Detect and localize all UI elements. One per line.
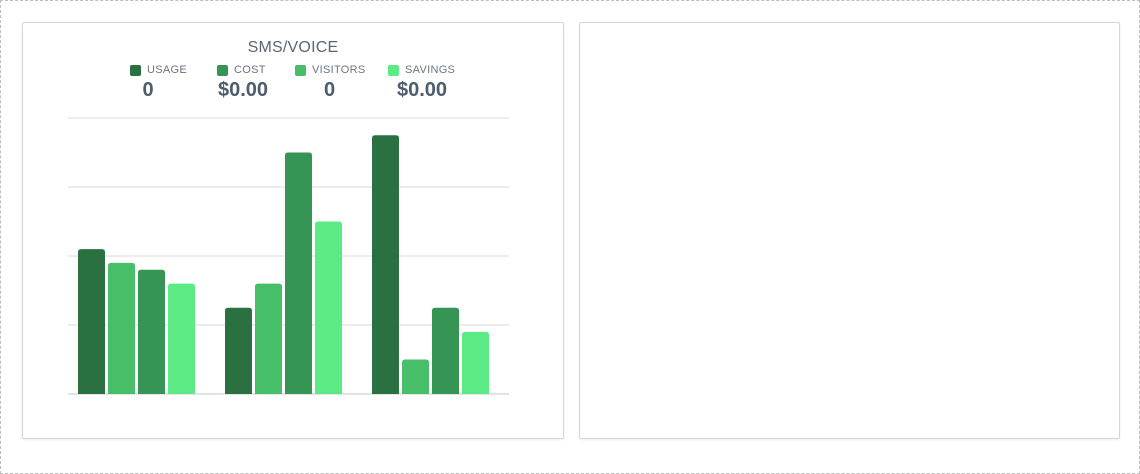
bar[interactable] [168, 283, 195, 394]
bar[interactable] [432, 307, 459, 394]
bar[interactable] [225, 307, 252, 394]
bar[interactable] [108, 262, 135, 394]
bar[interactable] [255, 283, 282, 394]
sms-voice-widget: SMS/VOICE USAGE 0 COST $0.00 VISITORS 0 [22, 22, 564, 439]
empty-widget [579, 22, 1120, 439]
bar[interactable] [138, 269, 165, 394]
bar[interactable] [78, 249, 105, 394]
bar[interactable] [315, 221, 342, 395]
bar[interactable] [402, 359, 429, 395]
bar-chart [68, 117, 509, 395]
dashboard-area: SMS/VOICE USAGE 0 COST $0.00 VISITORS 0 [0, 0, 1140, 474]
bar[interactable] [372, 135, 399, 394]
bar[interactable] [462, 331, 489, 394]
bar[interactable] [285, 152, 312, 395]
